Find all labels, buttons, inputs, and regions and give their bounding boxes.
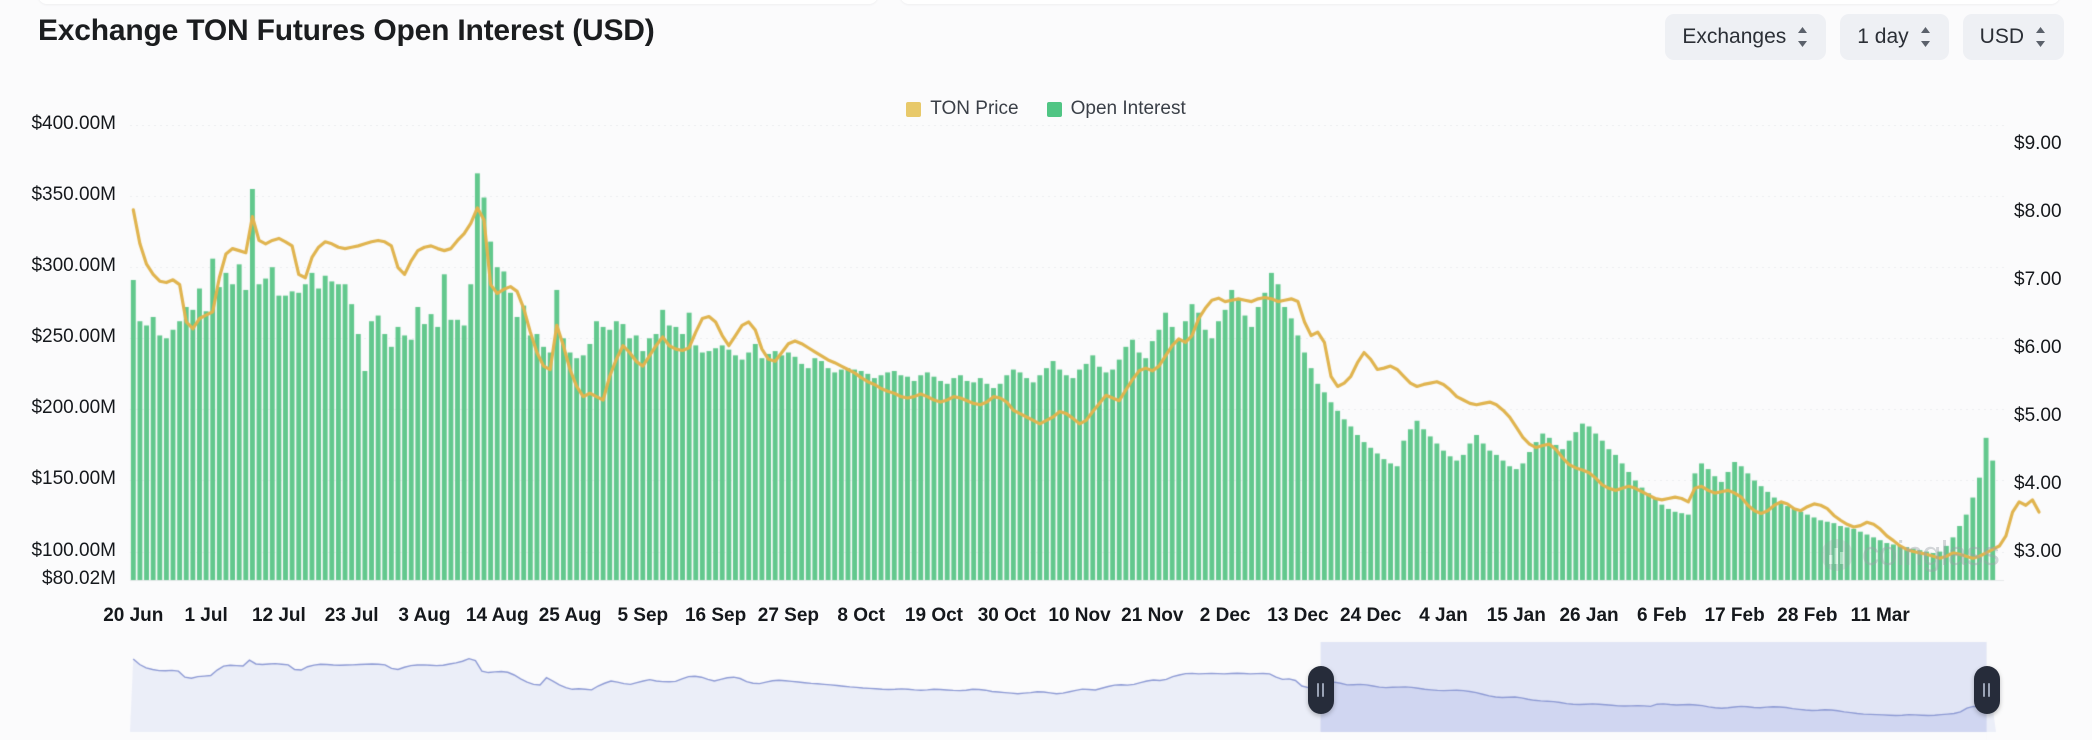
legend-item-ton-price[interactable]: TON Price — [906, 98, 1019, 120]
legend-label-open-interest: Open Interest — [1070, 98, 1186, 119]
x-axis-tick: 11 Mar — [1850, 605, 1910, 626]
exchanges-select-label: Exchanges — [1682, 25, 1787, 48]
x-axis-tick: 16 Sep — [684, 605, 747, 626]
x-axis-tick: 4 Jan — [1419, 605, 1468, 626]
x-axis-tick: 20 Jun — [103, 605, 164, 626]
interval-select-label: 1 day — [1857, 25, 1909, 48]
range-brush[interactable] — [0, 640, 2092, 740]
y-axis-right-tick: $7.00 — [2014, 269, 2062, 291]
y-axis-left-tick: $250.00M — [31, 326, 116, 348]
y-axis-right-tick: $6.00 — [2014, 337, 2062, 359]
y-axis-right-tick: $9.00 — [2014, 133, 2062, 155]
interval-select[interactable]: 1 day — [1840, 14, 1949, 60]
x-axis-tick: 12 Jul — [251, 605, 306, 626]
x-axis-tick: 15 Jan — [1486, 605, 1546, 626]
page-title: Exchange TON Futures Open Interest (USD) — [38, 14, 655, 47]
x-axis-tick: 6 Feb — [1637, 605, 1687, 626]
x-axis-tick: 10 Nov — [1048, 605, 1111, 626]
chart-canvas[interactable] — [0, 125, 2092, 605]
y-axis-left-tick: $400.00M — [31, 113, 116, 134]
currency-select[interactable]: USD — [1962, 14, 2064, 60]
y-axis-left-tick: $350.00M — [31, 184, 116, 206]
x-axis-tick: 23 Jul — [324, 605, 379, 626]
legend-swatch-open-interest — [1046, 101, 1062, 117]
x-axis-tick: 25 Aug — [538, 605, 602, 626]
y-axis-right-tick: $4.00 — [2014, 472, 2062, 494]
chevron-updown-icon — [1798, 27, 1808, 47]
y-axis-left-tick: $300.00M — [31, 255, 116, 277]
x-axis-tick: 17 Feb — [1704, 605, 1765, 626]
currency-select-label: USD — [1979, 25, 2024, 48]
x-axis-tick: 19 Oct — [904, 605, 963, 626]
exchanges-select[interactable]: Exchanges — [1665, 14, 1827, 60]
chart-plot-area[interactable]: $400.00M $350.00M $300.00M $250.00M $200.00M… — [0, 113, 2092, 605]
x-axis-tick: 13 Dec — [1267, 605, 1329, 626]
y-axis-left-tick: $150.00M — [31, 468, 116, 490]
y-axis-left-tick: $200.00M — [31, 397, 116, 419]
chevron-updown-icon — [1920, 27, 1930, 47]
x-axis-tick: 3 Aug — [398, 605, 451, 626]
x-axis: 20 Jun 1 Jul 12 Jul 23 Jul 3 Aug 14 Aug 25 Aug… — [0, 605, 2092, 639]
y-axis-left-tick: $100.00M — [31, 539, 116, 561]
x-axis-tick: 2 Dec — [1199, 605, 1251, 626]
legend-swatch-ton-price — [906, 101, 922, 117]
x-axis-tick: 27 Sep — [757, 605, 820, 626]
header-controls: Exchanges 1 day USD — [1665, 14, 2064, 60]
x-axis-tick: 8 Oct — [837, 605, 885, 626]
x-axis-tick: 30 Oct — [977, 605, 1036, 626]
x-axis-tick: 5 Sep — [617, 605, 669, 626]
x-axis-tick: 26 Jan — [1559, 605, 1619, 626]
y-axis-right-tick: $5.00 — [2014, 405, 2062, 426]
x-axis-tick: 28 Feb — [1777, 605, 1838, 626]
x-axis-tick: 21 Nov — [1121, 605, 1184, 626]
x-axis-tick: 1 Jul — [184, 605, 228, 626]
brush-canvas[interactable] — [0, 640, 2092, 740]
legend-item-open-interest[interactable]: Open Interest — [1046, 98, 1186, 120]
chart-legend: TON Price Open Interest — [0, 98, 2092, 120]
chevron-updown-icon — [2036, 27, 2045, 47]
chart-header: Exchange TON Futures Open Interest (USD)… — [0, 0, 2092, 78]
brush-handle-right[interactable] — [1973, 666, 2000, 714]
brush-handle-left[interactable] — [1307, 666, 1334, 714]
y-axis-left-tick: $80.02M — [42, 568, 116, 589]
legend-label-ton-price: TON Price — [930, 98, 1019, 119]
x-axis-tick: 24 Dec — [1340, 605, 1402, 626]
y-axis-right-tick: $3.00 — [2014, 540, 2062, 562]
y-axis-right-tick: $8.00 — [2014, 201, 2062, 223]
x-axis-tick: 14 Aug — [465, 605, 529, 626]
